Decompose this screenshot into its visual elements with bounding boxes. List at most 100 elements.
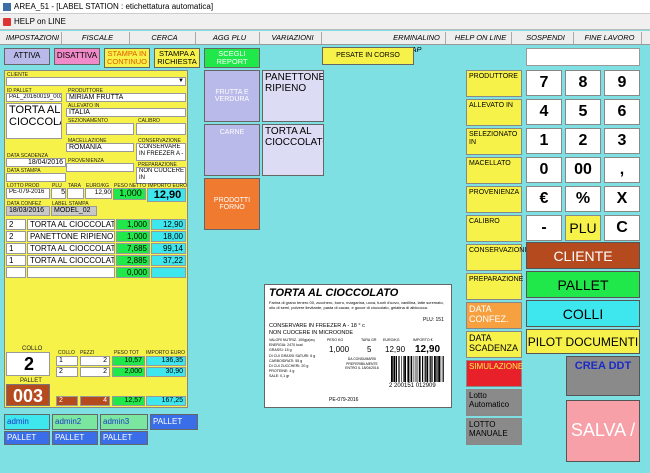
pallet-tab-1[interactable]: PALLET bbox=[4, 431, 50, 445]
menu-terminalino[interactable]: ERMINALINO AP bbox=[388, 32, 446, 54]
preparazione-field[interactable]: NON CUOCERE IN bbox=[136, 167, 186, 184]
field-button-calibro[interactable]: CALIBRO bbox=[466, 215, 522, 242]
keypad-display[interactable] bbox=[526, 48, 640, 66]
field-button-provenienza[interactable]: PROVENIENZA bbox=[466, 186, 522, 213]
scadenza-field[interactable]: 18/04/2016 bbox=[6, 158, 66, 167]
keypad-key[interactable]: % bbox=[565, 186, 601, 212]
id-pallet-field[interactable]: PAL_20160019_003 bbox=[6, 93, 62, 102]
keypad-key[interactable]: PLU bbox=[565, 215, 601, 241]
menu-sospendi[interactable]: SOSPENDI bbox=[518, 32, 574, 44]
menu-variazioni[interactable]: VARIAZIONI bbox=[264, 32, 322, 44]
keypad-key[interactable]: 6 bbox=[604, 99, 640, 125]
scegli-report-button[interactable]: SCEGLI REPORT bbox=[204, 48, 260, 68]
menu-help-online[interactable]: HELP ON LINE bbox=[450, 32, 512, 44]
field-button-lotto-manuale[interactable]: LOTTO MANUALE bbox=[466, 418, 522, 445]
menu-fiscale[interactable]: FISCALE bbox=[66, 32, 130, 44]
field-button-selezionato-in[interactable]: SELEZIONATO IN bbox=[466, 128, 522, 155]
keypad-key[interactable]: 2 bbox=[565, 128, 601, 154]
allevato-field[interactable]: ITALIA bbox=[66, 108, 186, 117]
keypad-key[interactable]: 0 bbox=[526, 157, 562, 183]
sezionamento-field[interactable] bbox=[66, 123, 134, 135]
plu-field[interactable]: 5 bbox=[51, 188, 66, 199]
conservazione-field[interactable]: CONSERVARE IN FREEZER A - bbox=[136, 143, 186, 161]
keypad-key[interactable]: 7 bbox=[526, 70, 562, 96]
produttore-field[interactable]: MIRIAM FRUTTA bbox=[66, 93, 186, 102]
attiva-button[interactable]: ATTIVA bbox=[4, 48, 50, 65]
keypad-key[interactable]: 5 bbox=[565, 99, 601, 125]
cliente-select[interactable]: ▼ bbox=[6, 77, 186, 86]
product-panettone[interactable]: PANETTONE RIPIENO bbox=[262, 70, 324, 122]
menu-fine-lavoro[interactable]: FINE LAVORO bbox=[578, 32, 642, 44]
field-button-lotto-automatico[interactable]: Lotto Automatico bbox=[466, 389, 522, 416]
keypad-key[interactable]: X bbox=[604, 186, 640, 212]
barcode-bar bbox=[416, 356, 418, 382]
field-button-produttore[interactable]: PRODUTTORE bbox=[466, 70, 522, 97]
data-confez-field[interactable]: 18/03/2016 bbox=[6, 206, 50, 216]
help-bar[interactable]: HELP on LINE bbox=[0, 14, 650, 30]
keypad-key[interactable]: € bbox=[526, 186, 562, 212]
pallet-tab-2[interactable]: PALLET bbox=[52, 431, 98, 445]
keypad-key[interactable]: 4 bbox=[526, 99, 562, 125]
pilot-documenti-button[interactable]: PILOT DOCUMENTI bbox=[526, 329, 640, 354]
keypad-key[interactable]: 00 bbox=[565, 157, 601, 183]
calibro-field[interactable] bbox=[136, 123, 186, 135]
label-plu: PLU: 151 bbox=[423, 317, 444, 323]
help-link[interactable]: HELP on LINE bbox=[14, 17, 66, 26]
label-peso: 1,000 bbox=[329, 345, 350, 354]
salva-button[interactable]: SALVA / bbox=[566, 400, 640, 462]
help-icon bbox=[3, 18, 11, 26]
tara-field[interactable] bbox=[67, 188, 84, 199]
keypad-key[interactable]: 1 bbox=[526, 128, 562, 154]
weigh-product bbox=[27, 267, 115, 278]
keypad-key[interactable]: 3 bbox=[604, 128, 640, 154]
crea-ddt-button[interactable]: CREA DDT bbox=[566, 356, 640, 396]
menu-cerca[interactable]: CERCA bbox=[134, 32, 196, 44]
keypad-key[interactable]: - bbox=[526, 215, 562, 241]
barcode-bar bbox=[418, 356, 421, 382]
product-name-field[interactable]: TORTA AL CIOCCOLATO bbox=[6, 103, 62, 139]
weigh-weight: 7,685 bbox=[116, 243, 150, 254]
pesate-in-corso-button[interactable]: PESATE IN CORSO bbox=[322, 47, 414, 65]
peso-field[interactable]: 1,000 bbox=[113, 188, 146, 200]
field-button-preparazione[interactable]: PREPARAZIONE bbox=[466, 273, 523, 300]
category-prodotti-forno[interactable]: PRODOTTI FORNO bbox=[204, 178, 260, 230]
menu-impostazioni[interactable]: IMPOSTAZIONI bbox=[4, 32, 62, 44]
macellazione-field[interactable]: ROMANIA bbox=[66, 143, 134, 152]
provenienza-field[interactable] bbox=[66, 163, 134, 172]
window-titlebar: AREA_51 - [LABEL STATION : etichettatura… bbox=[0, 0, 650, 14]
user-admin-button[interactable]: admin bbox=[4, 414, 50, 430]
keypad-key[interactable]: 8 bbox=[565, 70, 601, 96]
data-stampa-field[interactable] bbox=[6, 173, 66, 182]
menu-agg-plu[interactable]: AGG PLU bbox=[200, 32, 260, 44]
eurokg-field[interactable]: 12,90 bbox=[85, 188, 112, 199]
label-stampa-field[interactable]: MODEL_02 bbox=[51, 206, 97, 216]
field-button-simulazione[interactable]: SIMULAZIONE bbox=[466, 360, 523, 387]
importo-field[interactable]: 12,90 bbox=[147, 188, 186, 202]
cliente-button[interactable]: CLIENTE bbox=[526, 242, 640, 269]
pallet-button[interactable]: PALLET bbox=[526, 271, 640, 298]
barcode-bar bbox=[440, 356, 442, 382]
keypad-key[interactable]: , bbox=[604, 157, 640, 183]
sum-peso: 12,57 bbox=[112, 396, 145, 406]
user-admin3-button[interactable]: admin3 bbox=[100, 414, 148, 430]
field-button-macellato[interactable]: MACELLATO bbox=[466, 157, 522, 184]
pallet-tab-3[interactable]: PALLET bbox=[100, 431, 148, 445]
total-peso: 10,57 bbox=[112, 356, 145, 366]
lotto-field[interactable]: PE-079-2016 bbox=[6, 188, 50, 199]
field-button-conservazioni[interactable]: CONSERVAZIONI bbox=[466, 244, 526, 271]
user-admin2-button[interactable]: admin2 bbox=[52, 414, 98, 430]
field-button-data-confez[interactable]: DATA CONFEZ. bbox=[466, 302, 522, 329]
colli-button[interactable]: COLLI bbox=[526, 300, 640, 327]
stampa-richiesta-button[interactable]: STAMPA A RICHIESTA bbox=[154, 48, 200, 68]
field-button-data-scadenza[interactable]: DATA SCADENZA bbox=[466, 331, 522, 358]
barcode-bar bbox=[424, 356, 426, 382]
user-pallet-button[interactable]: PALLET bbox=[150, 414, 198, 430]
keypad-key[interactable]: 9 bbox=[604, 70, 640, 96]
category-frutta-verdura[interactable]: FRUTTA E VERDURA bbox=[204, 70, 260, 122]
category-carne[interactable]: CARNE bbox=[204, 124, 260, 176]
stampa-continuo-button[interactable]: STAMPA IN CONTINUO bbox=[104, 48, 150, 68]
disattiva-button[interactable]: DISATTIVA bbox=[54, 48, 100, 65]
keypad-key[interactable]: C bbox=[604, 215, 640, 241]
field-button-allevato-in[interactable]: ALLEVATO IN bbox=[466, 99, 522, 126]
product-torta[interactable]: TORTA AL CIOCCOLATO bbox=[262, 124, 324, 176]
